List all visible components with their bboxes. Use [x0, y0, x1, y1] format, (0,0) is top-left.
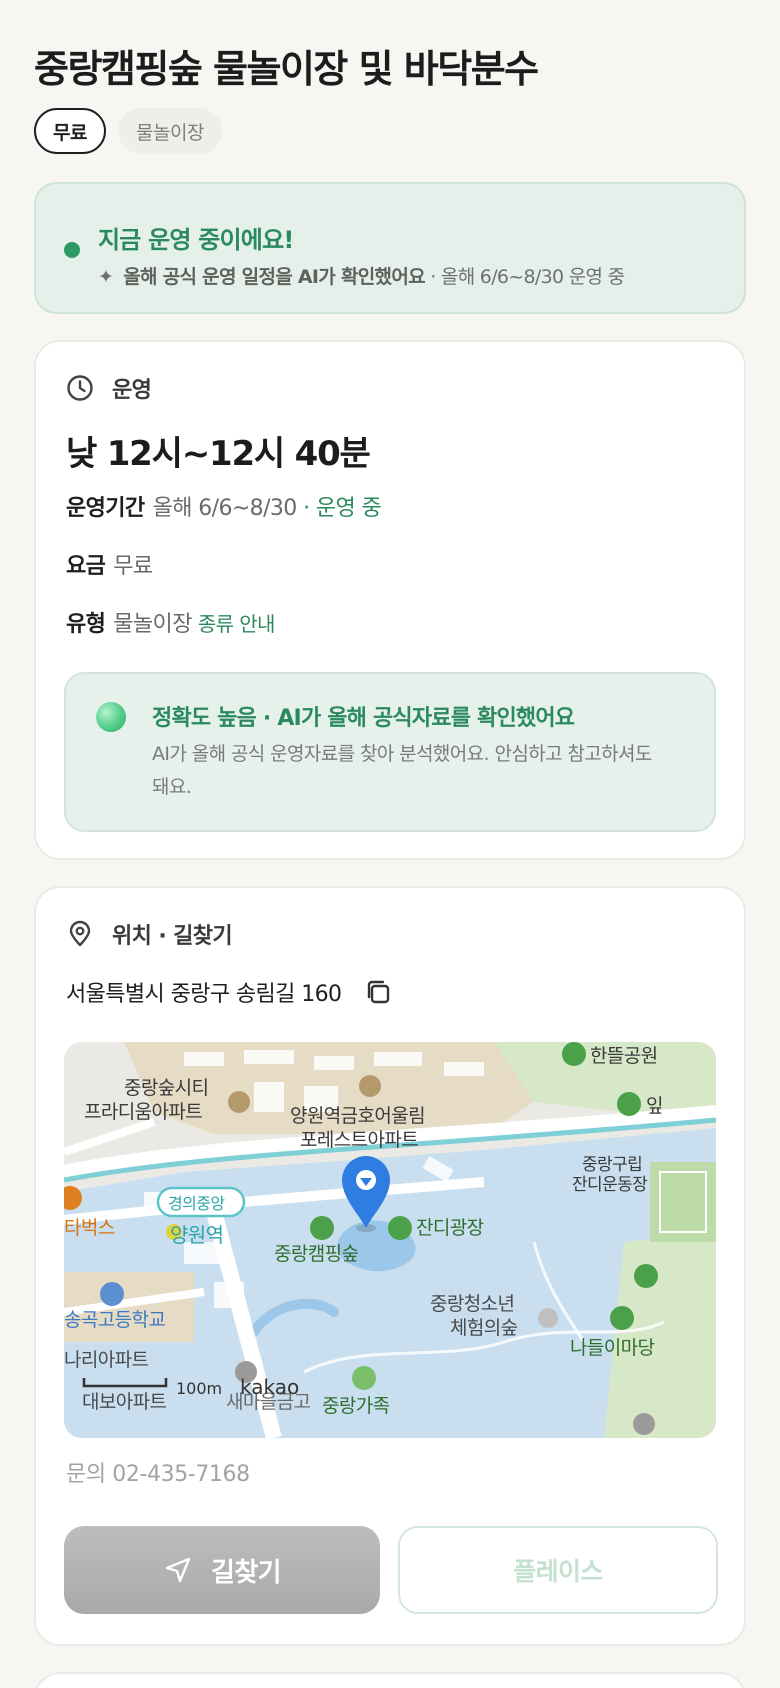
next-card	[34, 1672, 746, 1688]
page-title: 중랑캠핑숲 물놀이장 및 바닥분수	[34, 47, 539, 91]
map-label-apt1b: 프라디움아파트	[84, 1101, 202, 1123]
period-status: · 운영 중	[296, 496, 382, 521]
status-sub-rest: · 올해 6/6~8/30 운영 중	[424, 266, 625, 288]
navigation-arrow-icon	[165, 1557, 191, 1583]
period-row: 운영기간 올해 6/6~8/30 · 운영 중	[66, 490, 382, 522]
status-subtitle: ✦ 올해 공식 운영 일정을 AI가 확인했어요 · 올해 6/6~8/30 운영…	[98, 262, 748, 289]
operation-header: 운영	[66, 372, 152, 404]
operating-hours: 낮 12시~12시 40분	[66, 434, 371, 474]
directions-button[interactable]: 길찾기	[64, 1526, 380, 1614]
map-label-lawn: 잔디광장	[416, 1217, 484, 1239]
map-label-nadeuli: 나들이마당	[570, 1337, 655, 1359]
address-text: 서울특별시 중랑구 송림길 160	[66, 982, 342, 1007]
accuracy-orb-icon	[96, 702, 126, 732]
accuracy-box: 정확도 높음 · AI가 올해 공식자료를 확인했어요 AI가 올해 공식 운영…	[64, 672, 716, 832]
location-card: 위치 · 길찾기 서울특별시 중랑구 송림길 160 중랑숲시티 프라디움아파트…	[34, 886, 746, 1646]
period-value: 올해 6/6~8/30	[152, 496, 298, 521]
map-label-apt2b: 포레스트아파트	[300, 1129, 418, 1151]
status-sub-strong: 올해 공식 운영 일정을 AI가 확인했어요	[123, 266, 425, 288]
fee-value: 무료	[113, 554, 153, 579]
location-pin-icon	[69, 920, 91, 947]
operation-section-title: 운영	[112, 378, 152, 403]
contact-phone[interactable]: 문의 02-435-7168	[66, 1456, 250, 1488]
location-section-title: 위치 · 길찾기	[112, 924, 233, 949]
fee-label: 요금	[66, 554, 106, 579]
type-guide-link[interactable]: 종류 안내	[198, 612, 276, 636]
page: 중랑캠핑숲 물놀이장 및 바닥분수 무료 물놀이장 지금 운영 중이에요! ✦ 올…	[0, 0, 780, 1688]
map-label-station-line: 경의중앙	[168, 1194, 225, 1213]
status-banner: 지금 운영 중이에요! ✦ 올해 공식 운영 일정을 AI가 확인했어요 · 올해…	[34, 182, 746, 314]
type-row: 유형 물놀이장 종류 안내	[66, 606, 275, 638]
directions-button-label: 길찾기	[211, 1557, 282, 1588]
copy-icon[interactable]	[363, 977, 393, 1007]
map-label-field-b: 잔디운동장	[572, 1175, 648, 1195]
map-canvas[interactable]: 중랑숲시티 프라디움아파트 양원역금호어울림 포레스트아파트 한뜰공원 잎 중랑…	[64, 1042, 716, 1438]
tag-type[interactable]: 물놀이장	[118, 108, 222, 154]
status-title: 지금 운영 중이에요!	[98, 226, 294, 254]
map-brand-logo: kakao	[240, 1375, 299, 1399]
address-row: 서울특별시 중랑구 송림길 160	[66, 976, 393, 1008]
map-label-park-top2: 잎	[646, 1095, 663, 1117]
map-label-apt3: 나리아파트	[64, 1349, 149, 1371]
period-label: 운영기간	[66, 496, 145, 521]
map-label-station: 양원역	[170, 1223, 223, 1247]
accuracy-title: 정확도 높음 · AI가 올해 공식자료를 확인했어요	[152, 706, 575, 731]
map-view[interactable]: 중랑숲시티 프라디움아파트 양원역금호어울림 포레스트아파트 한뜰공원 잎 중랑…	[64, 1042, 716, 1438]
tag-fee[interactable]: 무료	[34, 108, 106, 154]
status-dot	[64, 242, 80, 258]
sparkle-icon: ✦	[98, 266, 114, 288]
map-label-park-top: 한뜰공원	[590, 1045, 658, 1067]
type-value: 물놀이장	[113, 612, 192, 637]
map-label-field-a: 중랑구립	[582, 1155, 642, 1175]
fee-row: 요금 무료	[66, 548, 153, 580]
map-label-school: 송곡고등학교	[64, 1309, 165, 1331]
map-label-youth-a: 중랑청소년	[430, 1293, 514, 1315]
map-label-camp: 중랑캠핑숲	[274, 1243, 359, 1265]
accuracy-description: AI가 올해 공식 운영자료를 찾아 분석했어요. 안심하고 참고하셔도 돼요.	[152, 743, 652, 798]
clock-icon	[67, 375, 93, 401]
map-label-apt4: 대보아파트	[82, 1391, 167, 1413]
map-label-apt2a: 양원역금호어울림	[290, 1105, 425, 1127]
map-label-youth-b: 체험의숲	[450, 1317, 518, 1339]
operation-card: 운영 낮 12시~12시 40분 운영기간 올해 6/6~8/30 · 운영 중 …	[34, 340, 746, 860]
map-scale-label: 100m	[176, 1379, 222, 1398]
map-label-apt1a: 중랑숲시티	[124, 1077, 208, 1099]
type-label: 유형	[66, 612, 106, 637]
map-label-family: 중랑가족	[322, 1395, 390, 1417]
location-header: 위치 · 길찾기	[66, 918, 233, 950]
place-button[interactable]: 플레이스	[398, 1526, 718, 1614]
map-label-cafe: 타벅스	[64, 1217, 115, 1239]
